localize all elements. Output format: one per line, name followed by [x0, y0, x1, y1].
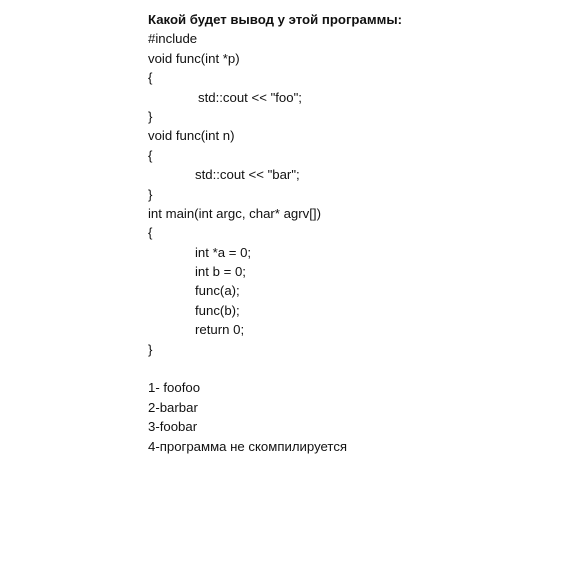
- code-line: {: [148, 147, 153, 163]
- code-line: #include: [148, 31, 198, 47]
- code-line: int b = 0;: [195, 264, 246, 280]
- code-line: func(b);: [195, 302, 240, 318]
- document-body: Какой будет вывод у этой программы: #inc…: [148, 10, 558, 456]
- code-block: #include void func(int *p) { std::cout <…: [148, 29, 558, 359]
- answer-option-2: 2-barbar: [148, 399, 198, 415]
- code-line: void func(int n): [148, 128, 235, 144]
- code-line: void func(int *p): [148, 50, 240, 66]
- answer-option-1: 1- foofoo: [148, 380, 201, 396]
- code-line: }: [148, 108, 153, 124]
- code-line: }: [148, 341, 153, 357]
- code-line: func(a);: [195, 283, 240, 299]
- code-line: {: [148, 70, 153, 86]
- code-line: }: [148, 186, 153, 202]
- code-line: return 0;: [195, 322, 245, 338]
- answer-option-4: 4-программа не скомпилируется: [148, 438, 348, 454]
- code-line: std::cout << "foo";: [198, 89, 302, 105]
- answer-list: 1- foofoo 2-barbar 3-foobar 4-программа …: [148, 378, 558, 456]
- code-line: {: [148, 225, 153, 241]
- code-line: std::cout << "bar";: [195, 167, 300, 183]
- question-title: Какой будет вывод у этой программы:: [148, 12, 402, 27]
- code-line: int *a = 0;: [195, 244, 252, 260]
- code-line: int main(int argc, char* agrv[]): [148, 205, 321, 221]
- answer-option-3: 3-foobar: [148, 419, 198, 435]
